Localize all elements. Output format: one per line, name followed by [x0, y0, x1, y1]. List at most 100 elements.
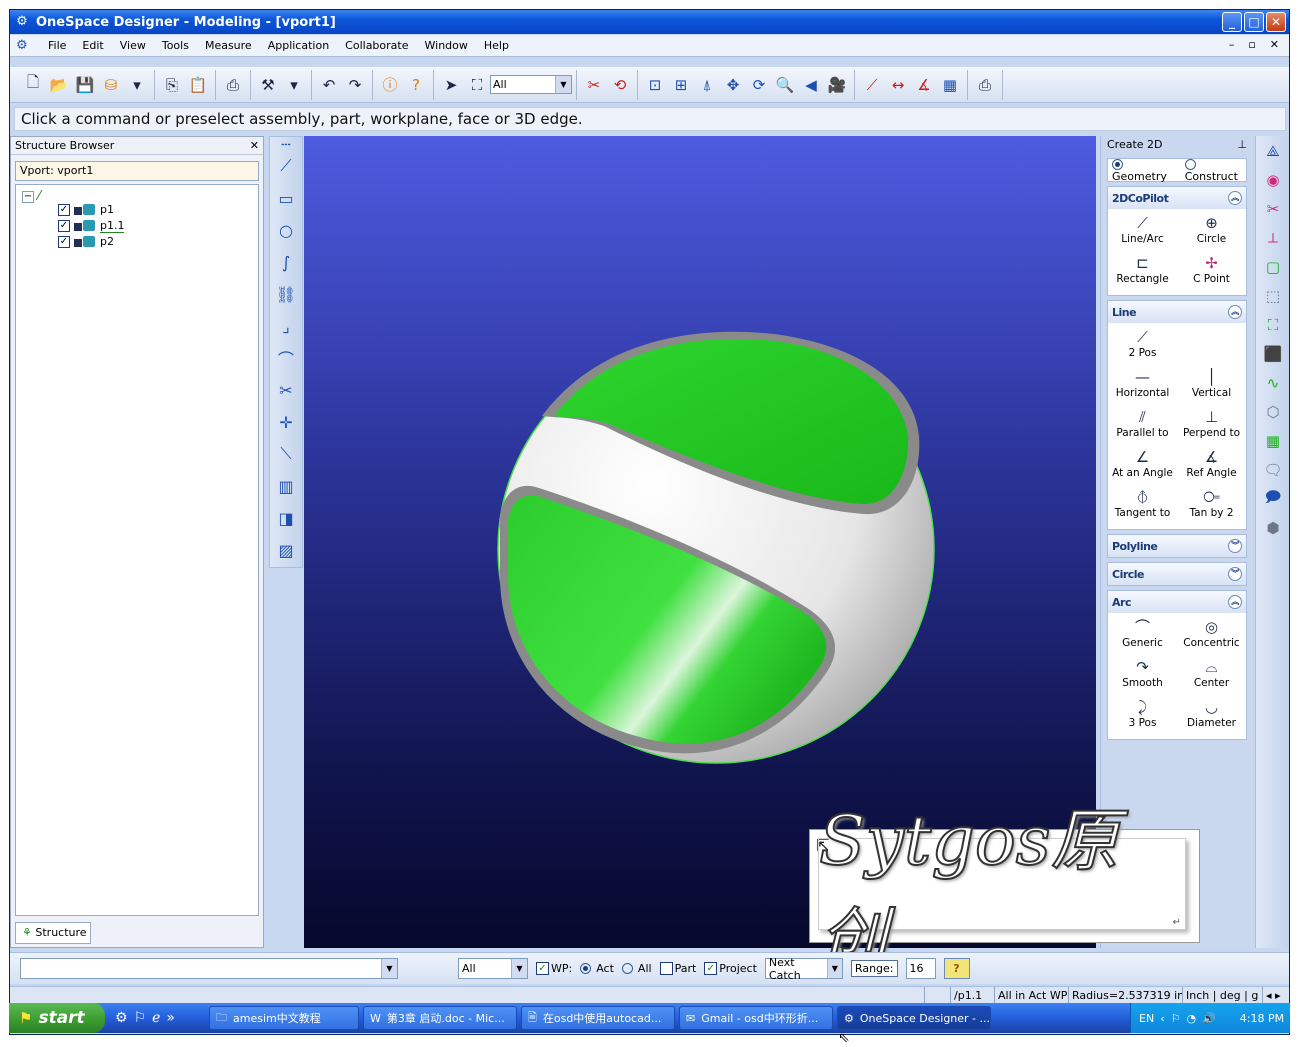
load-cylinder-icon[interactable]: ⛁: [98, 72, 124, 98]
extrude-tool-icon[interactable]: ⬚: [1258, 282, 1288, 310]
visibility-checkbox[interactable]: ✓: [58, 220, 70, 232]
view-cube-icon[interactable]: ⬢: [1258, 514, 1288, 542]
task-item[interactable]: W 第3章 启动.doc - Mic...: [363, 1006, 517, 1030]
tree-item[interactable]: ✓ p2: [58, 235, 114, 248]
all-radio[interactable]: All: [621, 962, 652, 975]
measure-distance-icon[interactable]: ↔: [885, 72, 911, 98]
vertical-button[interactable]: │ Vertical: [1177, 367, 1246, 405]
three-pos-arc-button[interactable]: ⤸ 3 Pos: [1108, 697, 1177, 735]
constraint-tool-icon[interactable]: ⟂: [1258, 224, 1288, 252]
dropdown-arrow-icon[interactable]: ▾: [124, 72, 150, 98]
hatch-tool-icon[interactable]: ▨: [271, 535, 301, 565]
perpend-button[interactable]: ⊥ Perpend to: [1177, 407, 1246, 445]
workplane-pair-icon[interactable]: ◨: [271, 503, 301, 533]
undo-icon[interactable]: ↶: [316, 72, 342, 98]
fit-view-icon[interactable]: ⊡: [642, 72, 668, 98]
wave-tool-icon[interactable]: ∿: [1258, 369, 1288, 397]
line-arc-button[interactable]: ⟋ Line/Arc: [1108, 213, 1177, 251]
task-item[interactable]: 🗀 amesim中文教程: [209, 1006, 359, 1030]
minimize-button[interactable]: _: [1222, 12, 1242, 32]
visibility-checkbox[interactable]: ✓: [58, 235, 70, 248]
sketch-tool-icon[interactable]: ⟁: [1258, 137, 1288, 165]
generic-arc-button[interactable]: ⌒ Generic: [1108, 617, 1177, 655]
act-radio[interactable]: Act: [580, 962, 614, 975]
tray-volume-icon[interactable]: 🔊: [1202, 1012, 1216, 1025]
redo-icon[interactable]: ↷: [342, 72, 368, 98]
tray-clock-app-icon[interactable]: ◔: [1186, 1012, 1196, 1025]
tools-icon[interactable]: ⚒: [255, 72, 281, 98]
select-arrow-icon[interactable]: ➤: [438, 72, 464, 98]
rectangle-button[interactable]: ⊏ Rectangle: [1108, 253, 1177, 291]
start-button[interactable]: ⚑ start: [9, 1003, 105, 1033]
horizontal-button[interactable]: — Horizontal: [1108, 367, 1177, 405]
save-icon[interactable]: 💾: [72, 72, 98, 98]
rectangle-tool-icon[interactable]: ▭: [271, 183, 301, 213]
structure-browser-close-icon[interactable]: ✕: [250, 139, 259, 152]
task-item[interactable]: ✉ Gmail - osd中环形折...: [679, 1006, 833, 1030]
rotate-view-icon[interactable]: ⟳: [746, 72, 772, 98]
clipboard-tool-icon[interactable]: ⎙: [972, 72, 998, 98]
app-gear-icon[interactable]: ⚙: [14, 14, 30, 30]
chevron-up-icon[interactable]: ︽: [1228, 191, 1242, 205]
tangent-button[interactable]: ⦽ Tangent to: [1108, 487, 1177, 525]
workplane-tool-icon[interactable]: ▥: [271, 471, 301, 501]
measure-line-icon[interactable]: ⟋: [859, 72, 885, 98]
c-point-button[interactable]: ✢ C Point: [1177, 253, 1246, 291]
arc-header[interactable]: Arc ︽: [1108, 591, 1246, 613]
ref-angle-button[interactable]: ∡ Ref Angle: [1177, 447, 1246, 485]
tree-item[interactable]: ✓ p1: [58, 203, 114, 216]
solid-tool-icon[interactable]: ⬛: [1258, 340, 1288, 368]
smooth-arc-button[interactable]: ↷ Smooth: [1108, 657, 1177, 695]
open-folder-icon[interactable]: 📂: [46, 72, 72, 98]
close-button[interactable]: ✕: [1266, 12, 1286, 32]
circle-button[interactable]: ⊕ Circle: [1177, 213, 1246, 251]
at-angle-button[interactable]: ∠ At an Angle: [1108, 447, 1177, 485]
maximize-button[interactable]: □: [1244, 12, 1264, 32]
comment-tool-icon[interactable]: 🗩: [1258, 485, 1288, 513]
visibility-checkbox[interactable]: ✓: [58, 203, 70, 216]
chevron-down-icon[interactable]: ︾: [1228, 539, 1242, 553]
chevron-up-icon[interactable]: ︽: [1228, 305, 1242, 319]
mdi-restore-button[interactable]: ▫: [1248, 38, 1255, 51]
task-item[interactable]: 🗎 在osd中使用autocad...: [521, 1006, 675, 1030]
copy-icon[interactable]: ⎘: [159, 72, 185, 98]
menu-application[interactable]: Application: [260, 39, 337, 52]
collapse-icon[interactable]: −: [22, 190, 34, 203]
polyline-header[interactable]: Polyline ︾: [1108, 535, 1246, 557]
tray-expand-icon[interactable]: ‹: [1160, 1012, 1164, 1025]
point-tool-icon[interactable]: ◉: [1258, 166, 1288, 194]
tray-app-icon[interactable]: ⚐: [1171, 1012, 1181, 1025]
menu-edit[interactable]: Edit: [74, 39, 111, 52]
selection-filter-select[interactable]: All ▼: [490, 75, 572, 94]
calculator-icon[interactable]: ▦: [937, 72, 963, 98]
view-direction-icon[interactable]: ⍋: [694, 72, 720, 98]
circle-tool-icon[interactable]: ○: [271, 215, 301, 245]
revolve-tool-icon[interactable]: ⛶: [1258, 311, 1288, 339]
construct-radio[interactable]: Construct: [1184, 157, 1246, 183]
menu-measure[interactable]: Measure: [197, 39, 260, 52]
trim-tool-icon[interactable]: ✂: [271, 375, 301, 405]
paste-icon[interactable]: 📋: [185, 72, 211, 98]
measure-angle-icon[interactable]: ∡: [911, 72, 937, 98]
help-question-icon[interactable]: ?: [403, 72, 429, 98]
menu-help[interactable]: Help: [476, 39, 517, 52]
line-header[interactable]: Line ︽: [1108, 301, 1246, 323]
camera-icon[interactable]: 🎥: [824, 72, 850, 98]
tools-dropdown-icon[interactable]: ▾: [281, 72, 307, 98]
menu-view[interactable]: View: [112, 39, 154, 52]
app-launch-icon[interactable]: ⚐: [134, 1010, 147, 1026]
part-checkbox[interactable]: Part: [659, 962, 696, 975]
new-file-icon[interactable]: 🗋: [20, 72, 46, 98]
line-arc-tool-icon[interactable]: ⟋: [271, 151, 301, 181]
note-tool-icon[interactable]: 🗨: [1258, 456, 1288, 484]
menu-collaborate[interactable]: Collaborate: [337, 39, 416, 52]
select-filter-icon[interactable]: ⛶: [464, 72, 490, 98]
info-icon[interactable]: ⓘ: [377, 72, 403, 98]
command-input[interactable]: ▼: [20, 958, 398, 979]
two-pos-button[interactable]: ⟋ 2 Pos: [1108, 327, 1177, 365]
concentric-arc-button[interactable]: ◎ Concentric: [1177, 617, 1246, 655]
gear-launch-icon[interactable]: ⚙: [115, 1010, 128, 1026]
tan-by-2-button[interactable]: ⧃ Tan by 2: [1177, 487, 1246, 525]
spline-tool-icon[interactable]: ∫: [271, 247, 301, 277]
modify-tool-icon[interactable]: ✂: [1258, 195, 1288, 223]
